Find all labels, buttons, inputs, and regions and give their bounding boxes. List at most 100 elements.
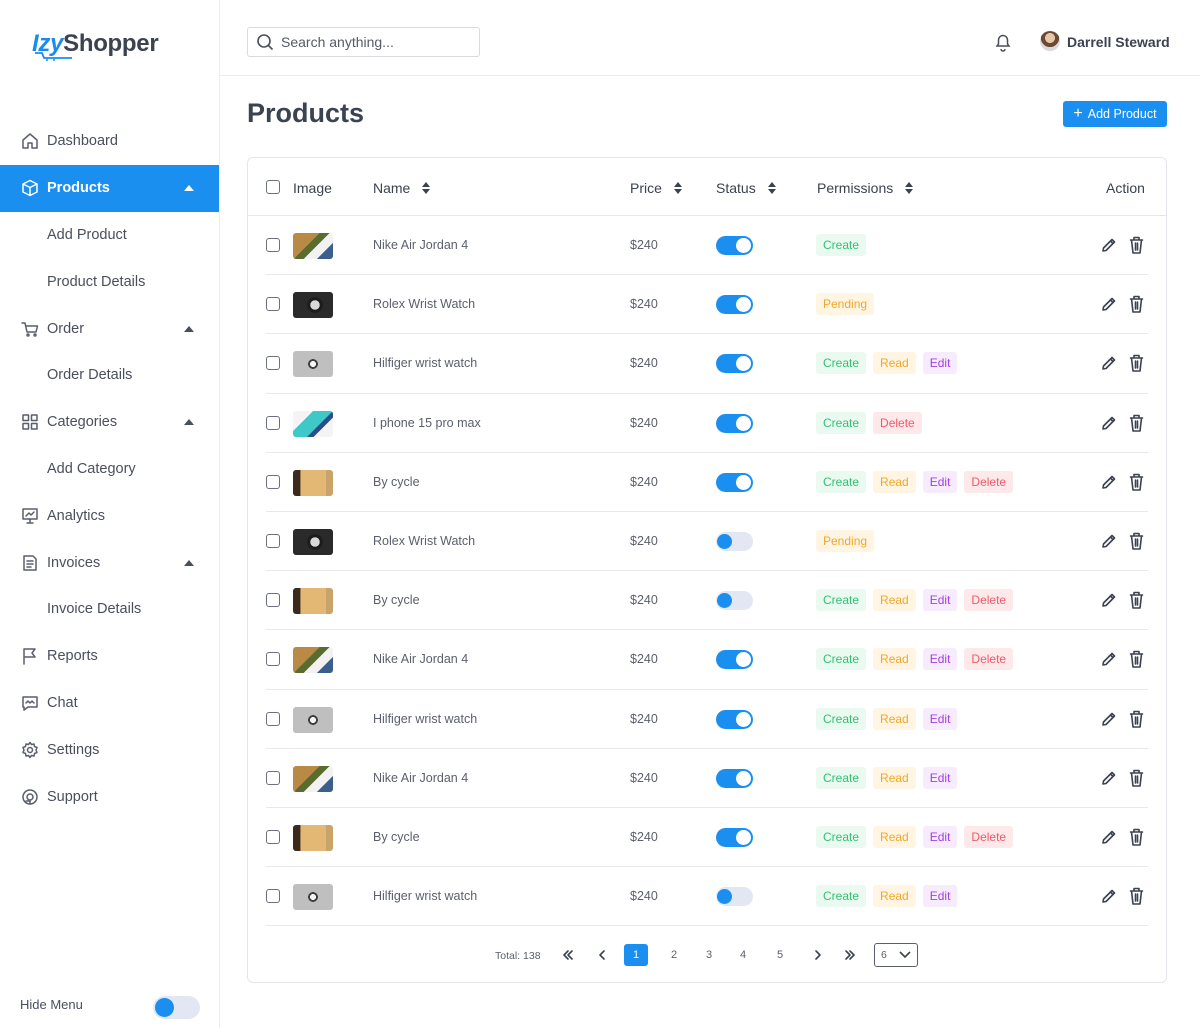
first-page-icon[interactable] (560, 944, 576, 966)
edit-pencil-icon[interactable] (1100, 711, 1117, 728)
user-name[interactable]: Darrell Steward (1067, 34, 1170, 50)
row-checkbox[interactable] (266, 474, 280, 489)
sidebar-item-reports[interactable]: Reports (0, 633, 219, 680)
sidebar-item-settings[interactable]: Settings (0, 726, 219, 773)
sidebar-item-dashboard[interactable]: Dashboard (0, 118, 219, 165)
edit-pencil-icon[interactable] (1100, 474, 1117, 491)
sort-icon[interactable] (673, 182, 682, 194)
delete-trash-icon[interactable] (1129, 886, 1144, 906)
delete-trash-icon[interactable] (1129, 413, 1144, 433)
status-toggle[interactable] (716, 472, 753, 492)
delete-trash-icon[interactable] (1129, 768, 1144, 788)
delete-trash-icon[interactable] (1129, 294, 1144, 314)
delete-trash-icon[interactable] (1129, 827, 1144, 847)
chevron-up-icon[interactable] (184, 185, 194, 192)
row-checkbox[interactable] (266, 356, 280, 371)
row-checkbox[interactable] (266, 652, 280, 667)
row-checkbox[interactable] (266, 415, 280, 430)
delete-trash-icon[interactable] (1129, 353, 1144, 373)
column-header-permissions[interactable]: Permissions (817, 180, 914, 196)
edit-pencil-icon[interactable] (1100, 533, 1117, 550)
status-toggle[interactable] (716, 887, 753, 907)
edit-pencil-icon[interactable] (1100, 651, 1117, 668)
status-toggle[interactable] (716, 413, 753, 433)
page-button-3[interactable]: 3 (701, 944, 717, 966)
delete-trash-icon[interactable] (1129, 709, 1144, 729)
permission-tag-read: Read (873, 826, 916, 848)
sort-icon[interactable] (905, 182, 914, 194)
permission-tag-read: Read (873, 352, 916, 375)
delete-trash-icon[interactable] (1129, 235, 1144, 255)
sidebar-item-product-details[interactable]: Product Details (0, 258, 219, 305)
sidebar-item-order-details[interactable]: Order Details (0, 352, 219, 399)
sidebar-item-invoice-details[interactable]: Invoice Details (0, 586, 219, 633)
edit-pencil-icon[interactable] (1100, 355, 1117, 372)
status-toggle[interactable] (716, 768, 753, 788)
select-all-checkbox[interactable] (266, 180, 280, 194)
column-header-price[interactable]: Price (630, 180, 682, 196)
chevron-up-icon[interactable] (184, 559, 194, 566)
page-button-2[interactable]: 2 (666, 944, 682, 966)
sidebar-item-support[interactable]: Support (0, 773, 219, 820)
status-toggle[interactable] (716, 828, 753, 847)
table-row: Nike Air Jordan 4 $240 Create Read Edit (266, 749, 1148, 808)
add-product-button[interactable]: + Add Product (1063, 101, 1167, 127)
logo[interactable]: Izy Shopper (32, 24, 159, 61)
row-checkbox[interactable] (266, 593, 280, 608)
page-button-1[interactable]: 1 (624, 944, 648, 966)
notification-bell-icon[interactable] (994, 32, 1012, 52)
sidebar-item-categories[interactable]: Categories (0, 399, 219, 446)
chevron-up-icon[interactable] (184, 325, 194, 332)
next-page-icon[interactable] (810, 944, 826, 966)
delete-trash-icon[interactable] (1129, 649, 1144, 669)
sidebar-item-add-category[interactable]: Add Category (0, 446, 219, 493)
table-row: Hilfiger wrist watch $240 Create Read Edit (266, 690, 1148, 749)
hide-menu-toggle[interactable] (153, 996, 200, 1019)
status-toggle[interactable] (716, 236, 753, 255)
product-price: $240 (630, 652, 658, 667)
sidebar-item-chat[interactable]: Chat (0, 680, 219, 727)
page-button-5[interactable]: 5 (772, 944, 788, 966)
delete-trash-icon[interactable] (1129, 590, 1144, 610)
sidebar-item-order[interactable]: Order (0, 305, 219, 352)
sidebar-item-invoices[interactable]: Invoices (0, 539, 219, 586)
sidebar-item-add-product[interactable]: Add Product (0, 212, 219, 259)
edit-pencil-icon[interactable] (1100, 770, 1117, 787)
row-checkbox[interactable] (266, 297, 280, 312)
edit-pencil-icon[interactable] (1100, 592, 1117, 609)
edit-pencil-icon[interactable] (1100, 888, 1117, 905)
status-toggle[interactable] (716, 295, 753, 315)
sort-icon[interactable] (422, 182, 431, 194)
row-checkbox[interactable] (266, 889, 280, 904)
row-checkbox[interactable] (266, 534, 280, 548)
edit-pencil-icon[interactable] (1100, 415, 1117, 432)
chevron-up-icon[interactable] (184, 419, 194, 426)
row-checkbox[interactable] (266, 770, 280, 785)
search-box[interactable] (247, 27, 480, 57)
sidebar-item-products[interactable]: Products (0, 164, 219, 212)
last-page-icon[interactable] (842, 944, 858, 966)
sort-icon[interactable] (767, 182, 776, 194)
status-toggle[interactable] (716, 532, 753, 551)
row-checkbox[interactable] (266, 830, 280, 844)
delete-trash-icon[interactable] (1129, 531, 1144, 551)
edit-pencil-icon[interactable] (1100, 237, 1117, 254)
row-checkbox[interactable] (266, 711, 280, 726)
page-button-4[interactable]: 4 (735, 944, 751, 966)
prev-page-icon[interactable] (594, 944, 610, 966)
toggle-knob (717, 889, 732, 905)
per-page-select[interactable]: 6 (874, 943, 918, 967)
status-toggle[interactable] (716, 650, 753, 670)
row-checkbox[interactable] (266, 238, 280, 252)
column-header-name[interactable]: Name (373, 180, 431, 196)
search-input[interactable] (281, 34, 471, 50)
column-header-status[interactable]: Status (716, 180, 776, 196)
status-toggle[interactable] (716, 709, 753, 729)
status-toggle[interactable] (716, 591, 753, 611)
avatar[interactable] (1040, 31, 1060, 51)
edit-pencil-icon[interactable] (1100, 296, 1117, 313)
sidebar-item-analytics[interactable]: Analytics (0, 492, 219, 539)
status-toggle[interactable] (716, 354, 753, 374)
delete-trash-icon[interactable] (1129, 472, 1144, 492)
edit-pencil-icon[interactable] (1100, 829, 1117, 846)
